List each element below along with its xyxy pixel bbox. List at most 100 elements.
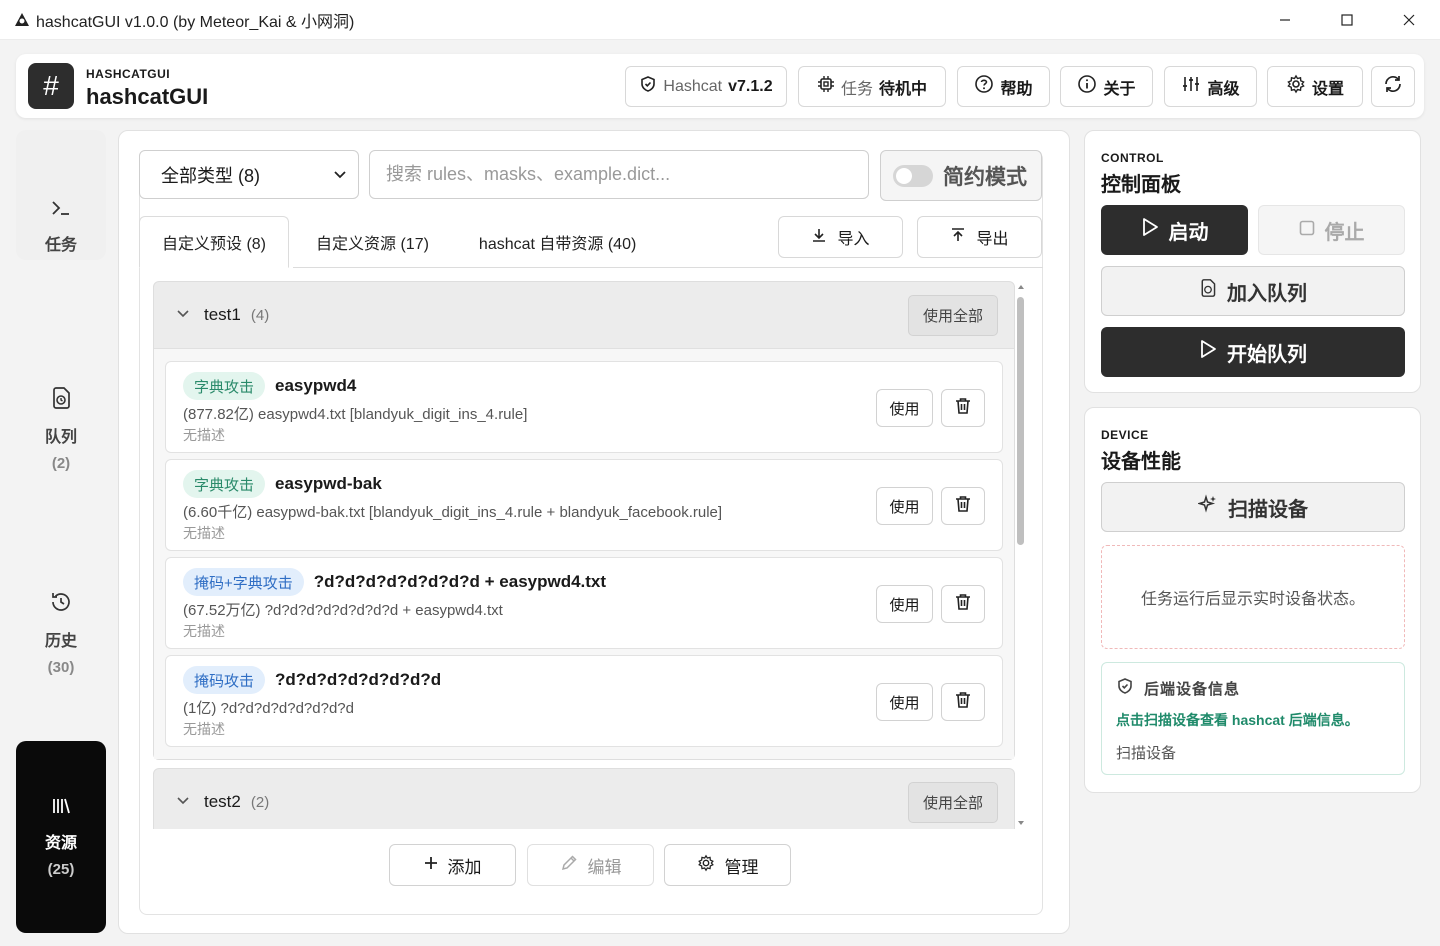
scroll-up-icon[interactable] <box>1017 283 1025 291</box>
attack-type-badge: 掩码+字典攻击 <box>183 568 304 596</box>
tab-custom-presets[interactable]: 自定义预设 (8) <box>139 216 290 268</box>
use-button[interactable]: 使用 <box>876 683 933 721</box>
refresh-button[interactable] <box>1371 66 1415 107</box>
sidebar-item-count: (2) <box>51 455 71 472</box>
chevron-down-icon <box>332 166 348 187</box>
compact-mode-label: 简约模式 <box>943 165 1027 189</box>
delete-button[interactable] <box>941 585 985 623</box>
manage-label: 管理 <box>724 857 759 877</box>
start-label: 启动 <box>1168 221 1209 244</box>
resources-panel: 全部类型 (8) 简约模式 自定义预设 (8) 自定义资源 (17) hashc… <box>118 130 1070 934</box>
compact-mode-toggle[interactable]: 简约模式 <box>880 150 1042 201</box>
hashcat-version: v7.1.2 <box>728 77 773 95</box>
use-all-button[interactable]: 使用全部 <box>908 295 998 336</box>
type-select[interactable]: 全部类型 (8) <box>139 150 359 199</box>
trash-icon <box>955 691 971 714</box>
sidebar-item-resources[interactable]: 资源 (25) <box>16 741 106 933</box>
backend-info-sub: 扫描设备 <box>1116 745 1177 762</box>
preset-card: 掩码+字典攻击 ?d?d?d?d?d?d?d?d + easypwd4.txt … <box>165 557 1003 649</box>
help-button[interactable]: 帮助 <box>957 66 1050 107</box>
shield-icon <box>639 75 657 98</box>
start-queue-label: 开始队列 <box>1227 343 1307 366</box>
stop-button[interactable]: 停止 <box>1258 205 1405 255</box>
terminal-icon <box>50 198 72 223</box>
edit-label: 编辑 <box>587 857 622 877</box>
delete-button[interactable] <box>941 683 985 721</box>
device-status-placeholder: 任务运行后显示实时设备状态。 <box>1101 545 1405 649</box>
history-icon <box>49 590 73 619</box>
refresh-icon <box>1382 73 1404 100</box>
stop-label: 停止 <box>1324 221 1365 244</box>
preset-group: test2 (2) 使用全部 <box>153 768 1015 829</box>
add-button[interactable]: 添加 <box>389 844 516 886</box>
use-button[interactable]: 使用 <box>876 585 933 623</box>
delete-button[interactable] <box>941 389 985 427</box>
close-icon[interactable] <box>1378 0 1440 40</box>
hashcat-version-button[interactable]: Hashcat v7.1.2 <box>625 66 787 107</box>
preset-note: 无描述 <box>183 427 225 443</box>
tab-builtin-resources[interactable]: hashcat 自带资源 (40) <box>451 216 658 268</box>
use-button[interactable]: 使用 <box>876 389 933 427</box>
task-status-button[interactable]: 任务 待机中 <box>798 66 946 107</box>
app-logo: # <box>28 63 74 109</box>
sidebar-item-history[interactable]: 历史 (30) <box>16 590 106 676</box>
queue-icon <box>50 386 72 415</box>
settings-button[interactable]: 设置 <box>1267 66 1363 107</box>
sidebar-item-tasks[interactable]: 任务 <box>16 198 106 255</box>
add-label: 添加 <box>447 857 482 877</box>
edit-button[interactable]: 编辑 <box>527 844 654 886</box>
delete-button[interactable] <box>941 487 985 525</box>
enqueue-button[interactable]: 加入队列 <box>1101 266 1405 316</box>
preset-card: 字典攻击 easypwd4 (877.82亿) easypwd4.txt [bl… <box>165 361 1003 453</box>
attack-type-badge: 字典攻击 <box>183 372 266 400</box>
sidebar-item-queue[interactable]: 队列 (2) <box>16 386 106 472</box>
maximize-icon[interactable] <box>1316 0 1378 40</box>
help-icon <box>974 74 994 99</box>
chevron-down-icon <box>176 792 190 812</box>
manage-button[interactable]: 管理 <box>664 844 791 886</box>
queue-icon <box>1199 278 1217 304</box>
advanced-label: 高级 <box>1207 80 1240 98</box>
group-name: test2 <box>204 792 241 811</box>
download-icon <box>811 227 827 248</box>
preset-card: 掩码攻击 ?d?d?d?d?d?d?d?d (1亿) ?d?d?d?d?d?d?… <box>165 655 1003 747</box>
preset-name: ?d?d?d?d?d?d?d?d <box>275 670 442 689</box>
tab-custom-resources[interactable]: 自定义资源 (17) <box>289 216 451 268</box>
scan-devices-button[interactable]: 扫描设备 <box>1101 482 1405 532</box>
hashcat-label: Hashcat <box>663 77 723 95</box>
play-icon <box>1141 217 1159 243</box>
use-button[interactable]: 使用 <box>876 487 933 525</box>
brand-title: hashcatGUI <box>86 84 209 109</box>
preset-list: test1 (4) 使用全部 字典攻击 easypwd4 (877.82亿) e… <box>153 281 1015 829</box>
group-header[interactable]: test2 (2) <box>154 769 1014 829</box>
toggle-switch <box>893 164 933 187</box>
about-button[interactable]: 关于 <box>1060 66 1153 107</box>
preset-group: test1 (4) 使用全部 字典攻击 easypwd4 (877.82亿) e… <box>153 281 1015 760</box>
preset-name: easypwd-bak <box>275 474 382 493</box>
group-header[interactable]: test1 (4) <box>154 282 1014 348</box>
group-name: test1 <box>204 305 241 324</box>
search-input[interactable] <box>369 150 869 199</box>
advanced-button[interactable]: 高级 <box>1164 66 1257 107</box>
preset-card: 字典攻击 easypwd-bak (6.60千亿) easypwd-bak.tx… <box>165 459 1003 551</box>
sliders-icon <box>1181 74 1201 99</box>
minimize-icon[interactable] <box>1254 0 1316 40</box>
tab-label: 自定义预设 (8) <box>162 236 267 253</box>
import-button[interactable]: 导入 <box>778 216 903 258</box>
trash-icon <box>955 397 971 420</box>
import-label: 导入 <box>837 231 870 248</box>
export-button[interactable]: 导出 <box>917 216 1042 258</box>
use-all-button[interactable]: 使用全部 <box>908 782 998 823</box>
tab-label: 自定义资源 (17) <box>316 236 429 253</box>
start-queue-button[interactable]: 开始队列 <box>1101 327 1405 377</box>
scroll-thumb[interactable] <box>1017 297 1024 545</box>
backend-info-link[interactable]: 点击扫描设备查看 hashcat 后端信息。 <box>1116 710 1359 730</box>
gear-icon <box>697 854 715 877</box>
start-button[interactable]: 启动 <box>1101 205 1248 255</box>
backend-info-title: 后端设备信息 <box>1144 680 1241 698</box>
scroll-down-icon[interactable] <box>1017 819 1025 827</box>
list-scrollbar[interactable] <box>1017 283 1025 827</box>
task-label: 任务 <box>840 80 873 98</box>
trash-icon <box>955 593 971 616</box>
group-body: 字典攻击 easypwd4 (877.82亿) easypwd4.txt [bl… <box>154 348 1014 759</box>
